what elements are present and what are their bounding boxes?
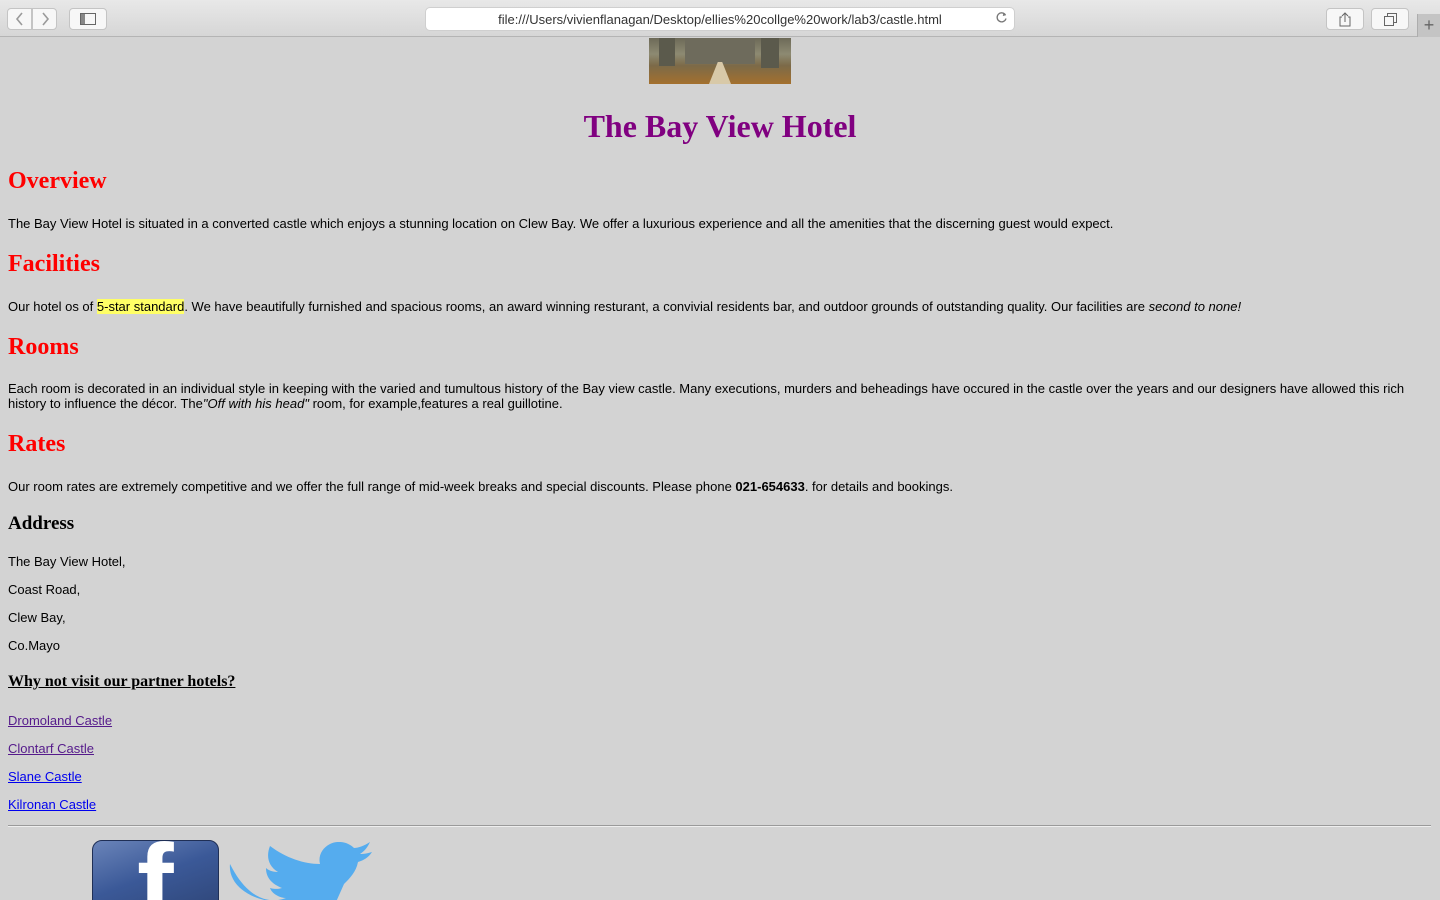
web-page: The Bay View Hotel Overview The Bay View… <box>0 38 1440 900</box>
rates-text-end: . for details and bookings. <box>804 479 953 494</box>
forward-button[interactable] <box>32 8 57 30</box>
link-clontarf-castle[interactable]: Clontarf Castle <box>8 741 94 756</box>
address-bar[interactable]: file:///Users/vivienflanagan/Desktop/ell… <box>425 7 1015 31</box>
show-tabs-button[interactable] <box>1371 8 1409 30</box>
facilities-text: Our hotel os of 5-star standard. We have… <box>8 299 1428 314</box>
chevron-right-icon <box>41 12 49 26</box>
horizontal-rule <box>8 825 1431 827</box>
rates-heading: Rates <box>8 431 66 457</box>
link-slane-castle[interactable]: Slane Castle <box>8 769 82 784</box>
sidebar-button[interactable] <box>69 8 107 30</box>
emphasis-text: second to none! <box>1148 299 1242 314</box>
facebook-letter: f <box>137 841 174 900</box>
twitter-icon[interactable] <box>226 842 374 900</box>
link-dromoland-castle[interactable]: Dromoland Castle <box>8 713 112 728</box>
address-line: Co.Mayo <box>8 638 61 653</box>
url-text: file:///Users/vivienflanagan/Desktop/ell… <box>498 11 942 27</box>
facilities-heading: Facilities <box>8 251 100 277</box>
facebook-icon[interactable]: f <box>92 840 219 900</box>
rooms-text: Each room is decorated in an individual … <box>8 381 1428 411</box>
address-line: Clew Bay, <box>8 610 66 625</box>
overview-text: The Bay View Hotel is situated in a conv… <box>8 216 1114 231</box>
rates-text: Our room rates are extremely competitive… <box>8 479 1428 494</box>
castle-image <box>649 38 791 84</box>
plus-icon: + <box>1423 15 1435 35</box>
overview-heading: Overview <box>8 168 107 194</box>
highlighted-text: 5-star standard <box>96 299 185 314</box>
address-heading: Address <box>8 513 75 534</box>
page-title: The Bay View Hotel <box>583 108 857 144</box>
new-tab-button[interactable]: + <box>1417 14 1440 37</box>
partners-heading: Why not visit our partner hotels? <box>8 673 236 690</box>
rooms-heading: Rooms <box>8 334 79 360</box>
back-button[interactable] <box>7 8 32 30</box>
rates-text-start: Our room rates are extremely competitive… <box>8 479 736 494</box>
tabs-icon <box>1383 12 1397 26</box>
sidebar-icon <box>80 13 96 25</box>
chevron-left-icon <box>15 12 23 26</box>
rooms-text-end: room, for example,features a real guillo… <box>308 396 563 411</box>
browser-toolbar: file:///Users/vivienflanagan/Desktop/ell… <box>0 0 1440 37</box>
share-icon <box>1339 11 1351 26</box>
share-button[interactable] <box>1326 8 1364 30</box>
address-line: The Bay View Hotel, <box>8 554 126 569</box>
phone-number: 021-654633 <box>735 479 805 494</box>
facilities-text-end: . We have beautifully furnished and spac… <box>184 299 1149 314</box>
room-name-text: "Off with his head" <box>202 396 309 411</box>
address-line: Coast Road, <box>8 582 81 597</box>
link-kilronan-castle[interactable]: Kilronan Castle <box>8 797 96 812</box>
facilities-text-start: Our hotel os of <box>8 299 97 314</box>
reload-icon[interactable] <box>995 11 1008 24</box>
